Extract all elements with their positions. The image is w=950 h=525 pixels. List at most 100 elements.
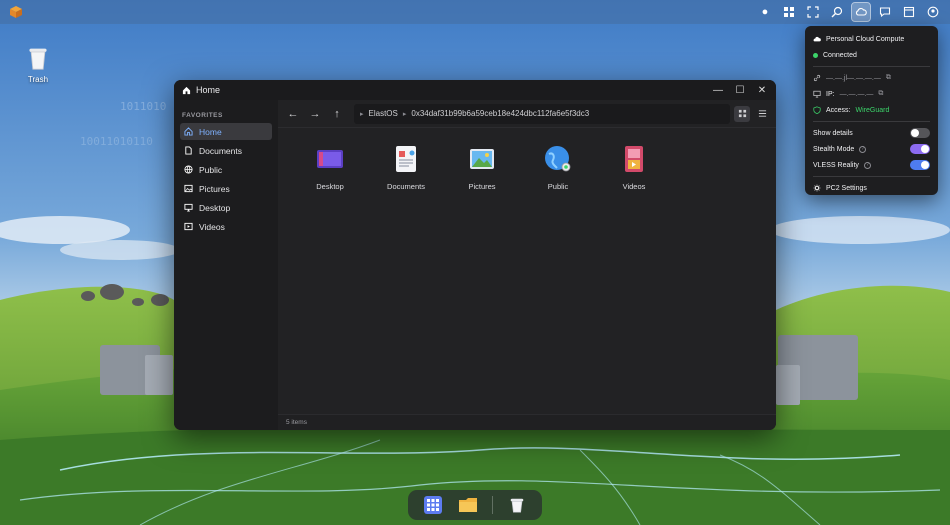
pictures-folder-icon xyxy=(467,144,497,174)
close-button[interactable]: ✕ xyxy=(756,85,768,96)
sidebar-item-public[interactable]: Public xyxy=(180,161,272,178)
file-item-public[interactable]: Public xyxy=(520,144,596,191)
ip-label: IP: xyxy=(826,90,835,98)
sidebar-item-pictures[interactable]: Pictures xyxy=(180,180,272,197)
connection-status: Connected xyxy=(823,51,857,59)
app-logo-icon[interactable] xyxy=(8,4,24,20)
desktop-folder-icon xyxy=(315,144,345,174)
ip-value: —.—.—.— xyxy=(839,90,874,98)
folder-icon xyxy=(459,498,478,512)
file-item-documents[interactable]: Documents xyxy=(368,144,444,191)
item-count: 5 items xyxy=(286,419,307,426)
up-button[interactable]: ↑ xyxy=(328,105,346,123)
apps-grid-icon[interactable] xyxy=(780,3,798,21)
file-name: Pictures xyxy=(468,182,496,191)
video-icon xyxy=(184,222,193,231)
image-icon xyxy=(184,184,193,193)
window-title: Home xyxy=(196,85,221,95)
copy-icon[interactable]: ⧉ xyxy=(878,90,883,98)
connected-status-dot-icon xyxy=(813,52,818,58)
file-manager-window: Home — ☐ ✕ FAVORITES Home Documents Publ… xyxy=(174,80,776,430)
file-name: Public xyxy=(547,182,569,191)
link-value: —.—.jl—.—.—.— xyxy=(826,74,881,82)
window-titlebar[interactable]: Home — ☐ ✕ xyxy=(174,80,776,100)
file-name: Documents xyxy=(387,182,425,191)
fullscreen-icon[interactable] xyxy=(804,3,822,21)
file-item-pictures[interactable]: Pictures xyxy=(444,144,520,191)
dock xyxy=(408,490,542,520)
dock-app-grid[interactable] xyxy=(422,494,444,516)
sidebar-item-label: Home xyxy=(199,126,222,137)
status-bar: 5 items xyxy=(278,414,776,430)
svg-text:10011010110: 10011010110 xyxy=(80,135,153,148)
chevron-right-icon: ▸ xyxy=(360,110,364,118)
sidebar-item-label: Public xyxy=(199,164,223,175)
sidebar-heading: FAVORITES xyxy=(182,112,223,119)
sidebar-item-label: Pictures xyxy=(199,183,230,194)
app-grid-icon xyxy=(424,496,443,514)
access-value: WireGuard xyxy=(855,106,890,114)
dock-trash[interactable] xyxy=(506,494,528,516)
help-icon[interactable]: ? xyxy=(859,145,867,153)
list-view-icon xyxy=(758,110,766,117)
breadcrumb-item-current[interactable]: 0x34daf31b99b6a59ceb18e424dbc112fa6e5f3d… xyxy=(411,109,589,118)
vless-toggle[interactable] xyxy=(910,160,930,170)
stealth-mode-label: Stealth Mode xyxy=(813,145,855,153)
list-view-button[interactable] xyxy=(754,106,770,122)
sidebar-item-home[interactable]: Home xyxy=(180,123,272,140)
main-content: ← → ↑ ▸ ElastOS ▸ 0x34daf31b99b6a59ceb18… xyxy=(278,100,776,430)
system-tray: ● xyxy=(756,2,942,22)
status-dot-icon[interactable]: ● xyxy=(756,3,774,21)
grid-view-icon xyxy=(738,109,746,118)
copy-icon[interactable]: ⧉ xyxy=(886,74,891,82)
home-icon xyxy=(184,127,193,136)
maximize-button[interactable]: ☐ xyxy=(734,85,746,96)
show-details-label: Show details xyxy=(813,129,853,137)
show-details-toggle[interactable] xyxy=(910,128,930,138)
desktop-trash-label: Trash xyxy=(27,75,49,84)
file-name: Videos xyxy=(622,182,646,191)
pc2-settings-button[interactable]: PC2 Settings xyxy=(813,180,930,196)
panel-title: Personal Cloud Compute xyxy=(826,35,905,43)
sidebar-item-documents[interactable]: Documents xyxy=(180,142,272,159)
globe-icon xyxy=(184,165,193,174)
divider xyxy=(813,66,930,67)
top-bar: ● xyxy=(0,0,950,24)
help-icon[interactable]: ? xyxy=(863,161,871,169)
stealth-mode-toggle[interactable] xyxy=(910,144,930,154)
sidebar: FAVORITES Home Documents Public Pictures… xyxy=(174,100,278,430)
toolbar: ← → ↑ ▸ ElastOS ▸ 0x34daf31b99b6a59ceb18… xyxy=(278,100,776,128)
videos-folder-icon xyxy=(619,144,649,174)
breadcrumb[interactable]: ▸ ElastOS ▸ 0x34daf31b99b6a59ceb18e424db… xyxy=(354,103,730,124)
monitor-icon xyxy=(813,90,821,98)
forward-button[interactable]: → xyxy=(306,105,324,123)
desktop-trash[interactable]: Trash xyxy=(20,44,56,84)
access-label: Access: xyxy=(826,106,851,114)
sidebar-item-label: Desktop xyxy=(199,202,231,213)
chat-icon[interactable] xyxy=(876,3,894,21)
personal-cloud-compute-panel: Personal Cloud Compute Connected —.—.jl—… xyxy=(805,26,938,195)
gear-icon xyxy=(813,184,821,192)
cloud-icon[interactable] xyxy=(851,2,871,22)
grid-view-button[interactable] xyxy=(734,105,750,122)
divider xyxy=(813,176,930,177)
divider xyxy=(813,121,930,122)
sidebar-item-label: Documents xyxy=(199,145,242,156)
file-item-desktop[interactable]: Desktop xyxy=(292,144,368,191)
file-grid: Desktop Documents Pictures Public Videos xyxy=(292,144,672,191)
svg-text:1011010: 1011010 xyxy=(120,100,166,113)
sidebar-item-desktop[interactable]: Desktop xyxy=(180,199,272,216)
documents-folder-icon xyxy=(391,144,421,174)
breadcrumb-item-root[interactable]: ElastOS xyxy=(369,109,398,118)
user-icon[interactable] xyxy=(924,3,942,21)
search-icon[interactable] xyxy=(828,3,846,21)
home-icon xyxy=(182,86,191,94)
minimize-button[interactable]: — xyxy=(712,85,724,96)
dock-file-manager[interactable] xyxy=(457,494,479,516)
monitor-icon xyxy=(184,203,193,212)
back-button[interactable]: ← xyxy=(284,105,302,123)
window-icon[interactable] xyxy=(900,3,918,21)
file-item-videos[interactable]: Videos xyxy=(596,144,672,191)
sidebar-item-videos[interactable]: Videos xyxy=(180,218,272,235)
cloud-icon xyxy=(813,36,821,42)
